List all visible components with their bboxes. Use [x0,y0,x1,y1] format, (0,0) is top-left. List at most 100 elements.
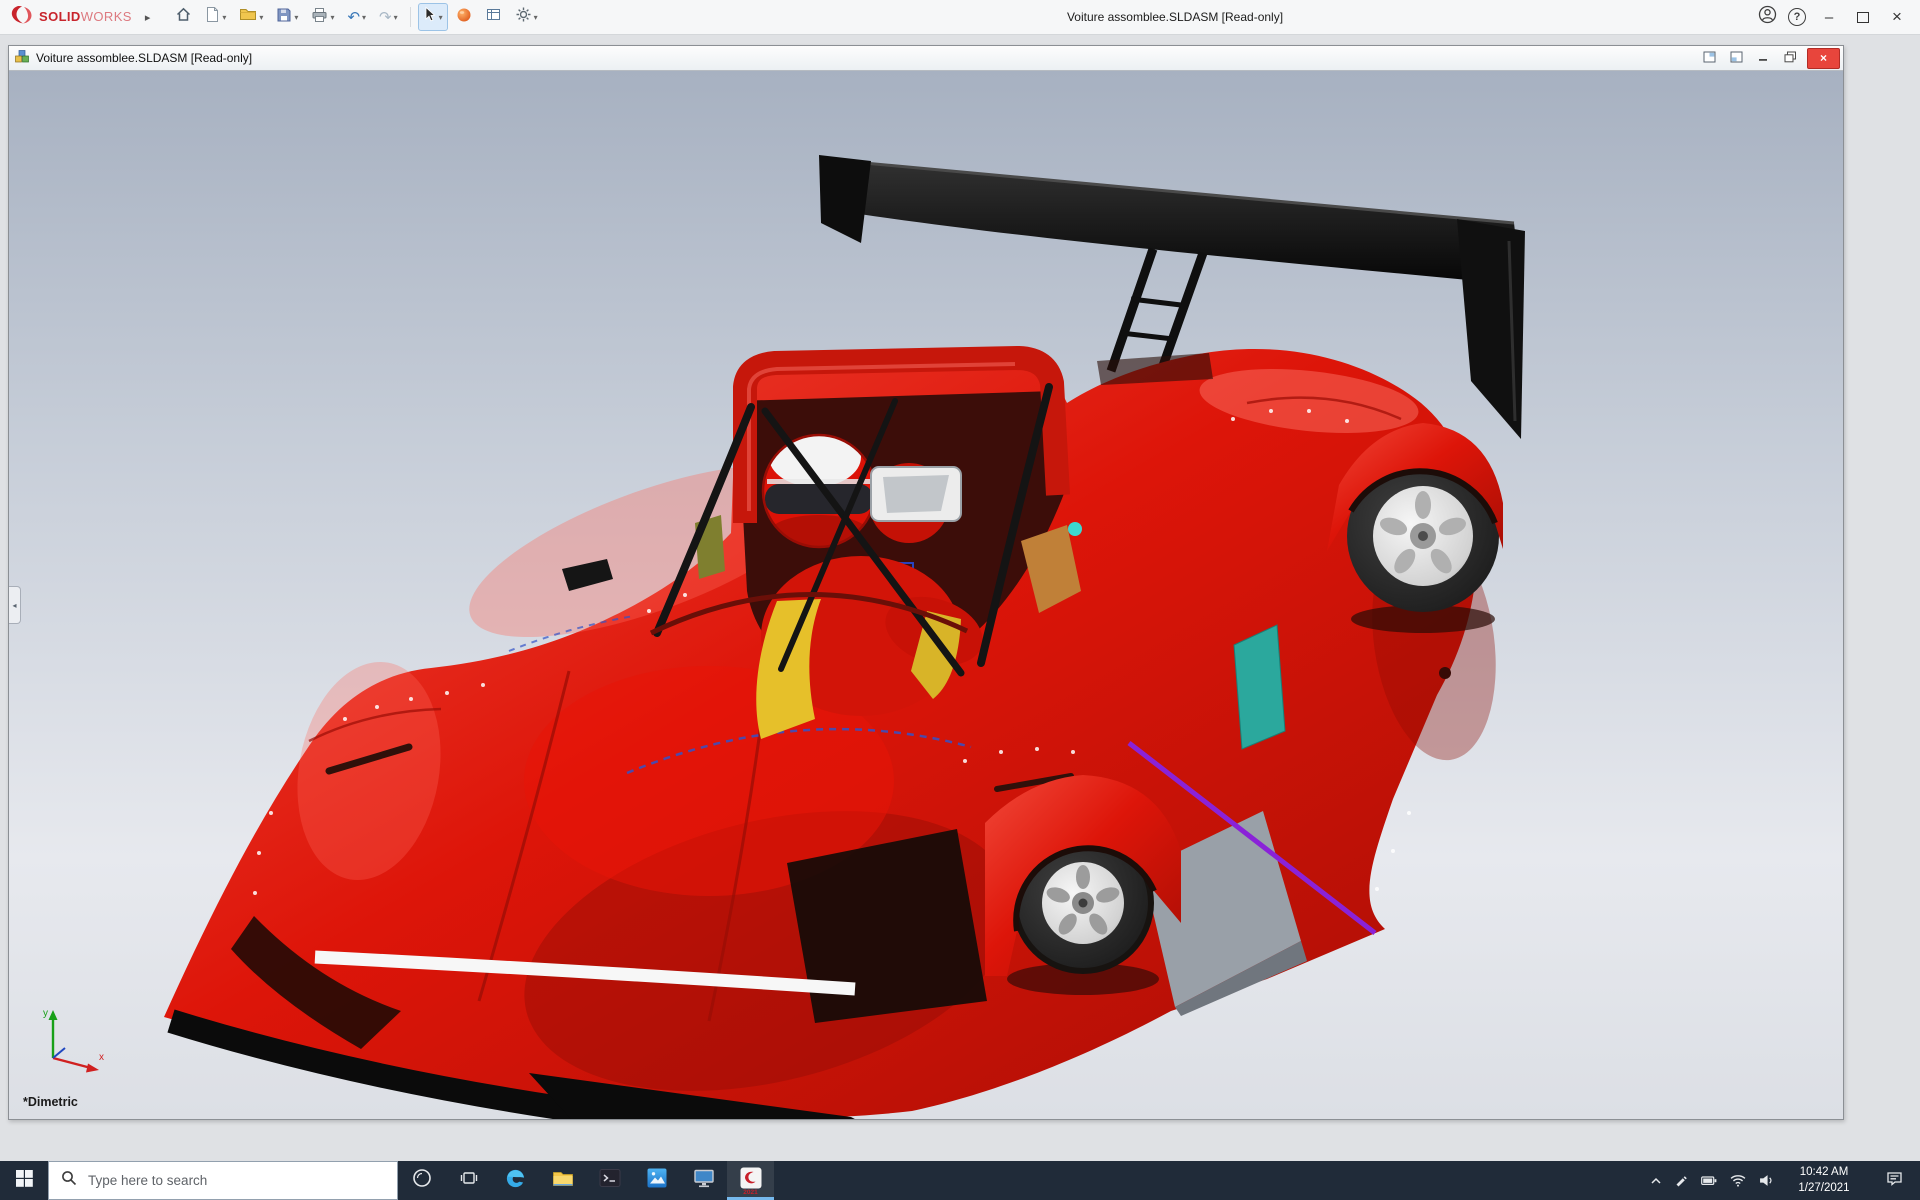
menu-expand-icon[interactable]: ▸ [145,11,151,24]
tile-window-icon [1703,51,1716,66]
task-view-button[interactable] [445,1161,492,1200]
account-icon [1758,5,1777,29]
new-document-button[interactable]: ▾ [200,3,231,31]
taskbar-search[interactable] [48,1161,398,1200]
document-title: Voiture assomblee.SLDASM [Read-only] [36,51,252,65]
toolbar-separator [410,7,411,27]
minimize-icon [1758,51,1769,65]
home-button[interactable] [170,3,197,31]
cascade-window-button[interactable] [1723,48,1750,68]
help-icon: ? [1788,8,1806,26]
action-center-button[interactable] [1874,1171,1914,1191]
monitor-button[interactable] [680,1161,727,1200]
dropdown-caret-icon: ▾ [259,13,263,22]
taskbar-clock[interactable]: 10:42 AM 1/27/2021 [1787,1165,1861,1196]
edge-button[interactable] [492,1161,539,1200]
brand-name-bold: SOLID [39,9,81,24]
command-prompt-button[interactable] [586,1161,633,1200]
solidworks-logo: SOLIDWORKS ▸ [6,4,150,31]
command-prompt-icon [599,1168,621,1193]
start-button[interactable] [0,1161,48,1200]
maximize-icon [1857,12,1869,23]
redo-button[interactable]: ↷ ▾ [374,3,403,31]
close-button[interactable]: × [1880,0,1914,35]
undo-button[interactable]: ↶ ▾ [342,3,371,31]
help-button[interactable]: ? [1782,2,1812,32]
brand-name-light: WORKS [81,9,132,24]
select-cursor-icon [423,6,437,28]
orientation-triad: y x [33,1002,111,1081]
edge-icon [504,1167,527,1195]
redo-icon: ↷ [379,10,392,25]
options-button[interactable]: ▾ [510,3,543,31]
appearance-sphere-icon [456,7,472,28]
restore-icon [1784,51,1797,66]
windows-taskbar: 2021 10:42 AM 1/27/2021 [0,1161,1920,1200]
clock-date: 1/27/2021 [1787,1181,1861,1197]
new-document-icon [205,6,220,28]
document-titlebar[interactable]: Voiture assomblee.SLDASM [Read-only] × [9,46,1843,71]
titlebar-right-controls: ? – × [1752,0,1914,35]
select-tool-button[interactable]: ▾ [418,3,448,31]
save-icon [276,7,292,28]
appearance-button[interactable] [451,3,477,31]
document-minimize-button[interactable] [1750,48,1777,68]
cortana-button[interactable] [398,1161,445,1200]
triad-x-label: x [99,1052,104,1063]
task-view-icon [460,1170,478,1191]
document-restore-button[interactable] [1777,48,1804,68]
cortana-icon [411,1167,433,1194]
solidworks-taskbar-button[interactable]: 2021 [727,1161,774,1200]
dropdown-caret-icon: ▾ [534,13,538,22]
ds-logo-icon [10,4,34,31]
open-folder-icon [239,7,257,27]
graphics-viewport[interactable]: y x *Dimetric ◂ [9,71,1843,1119]
view-orientation-label: *Dimetric [23,1095,78,1109]
battery-icon[interactable] [1701,1176,1717,1186]
cascade-window-icon [1730,51,1743,66]
system-tray: 10:42 AM 1/27/2021 [1644,1161,1920,1200]
document-close-button[interactable]: × [1807,48,1840,69]
dropdown-caret-icon: ▾ [362,13,366,22]
document-window: Voiture assomblee.SLDASM [Read-only] × [8,45,1844,1120]
feature-pane-flyout-handle[interactable]: ◂ [9,586,21,624]
wifi-icon[interactable] [1730,1174,1746,1187]
dropdown-caret-icon: ▾ [222,13,226,22]
solidworks-version-badge: 2021 [727,1190,774,1197]
clock-time: 10:42 AM [1787,1165,1861,1181]
quick-access-toolbar: ▾ ▾ ▾ ▾ ↶ ▾ ↷ ▾ [170,3,542,31]
windows-logo-icon [16,1170,33,1192]
app-titlebar: SOLIDWORKS ▸ ▾ ▾ ▾ ▾ [0,0,1920,35]
evaluate-table-button[interactable] [480,3,507,31]
file-explorer-button[interactable] [539,1161,586,1200]
solidworks-app-window: SOLIDWORKS ▸ ▾ ▾ ▾ ▾ [0,0,1920,1200]
dropdown-caret-icon: ▾ [294,13,298,22]
search-input[interactable] [86,1172,370,1189]
minimize-button[interactable]: – [1812,0,1846,35]
rear-view-mirror[interactable] [871,467,961,521]
pen-icon[interactable] [1675,1174,1688,1187]
table-icon [485,6,502,28]
save-button[interactable]: ▾ [271,3,303,31]
notification-icon [1886,1171,1903,1191]
hidden-icons-chevron[interactable] [1650,1176,1662,1185]
file-explorer-icon [552,1169,574,1193]
open-button[interactable]: ▾ [234,3,268,31]
home-icon [175,6,192,28]
document-window-controls: × [1696,46,1843,70]
volume-icon[interactable] [1759,1174,1774,1187]
3d-model-scene[interactable] [9,71,1843,1119]
assembly-document-icon [14,49,30,67]
dropdown-caret-icon: ▾ [330,13,334,22]
monitor-icon [693,1168,715,1193]
maximize-button[interactable] [1846,0,1880,35]
dropdown-caret-icon: ▾ [439,13,443,22]
photos-icon [646,1167,668,1194]
tile-window-button[interactable] [1696,48,1723,68]
print-button[interactable]: ▾ [306,3,339,31]
triad-y-label: y [43,1008,48,1019]
gear-icon [515,6,532,28]
photos-button[interactable] [633,1161,680,1200]
account-button[interactable] [1752,2,1782,32]
undo-icon: ↶ [347,10,360,25]
